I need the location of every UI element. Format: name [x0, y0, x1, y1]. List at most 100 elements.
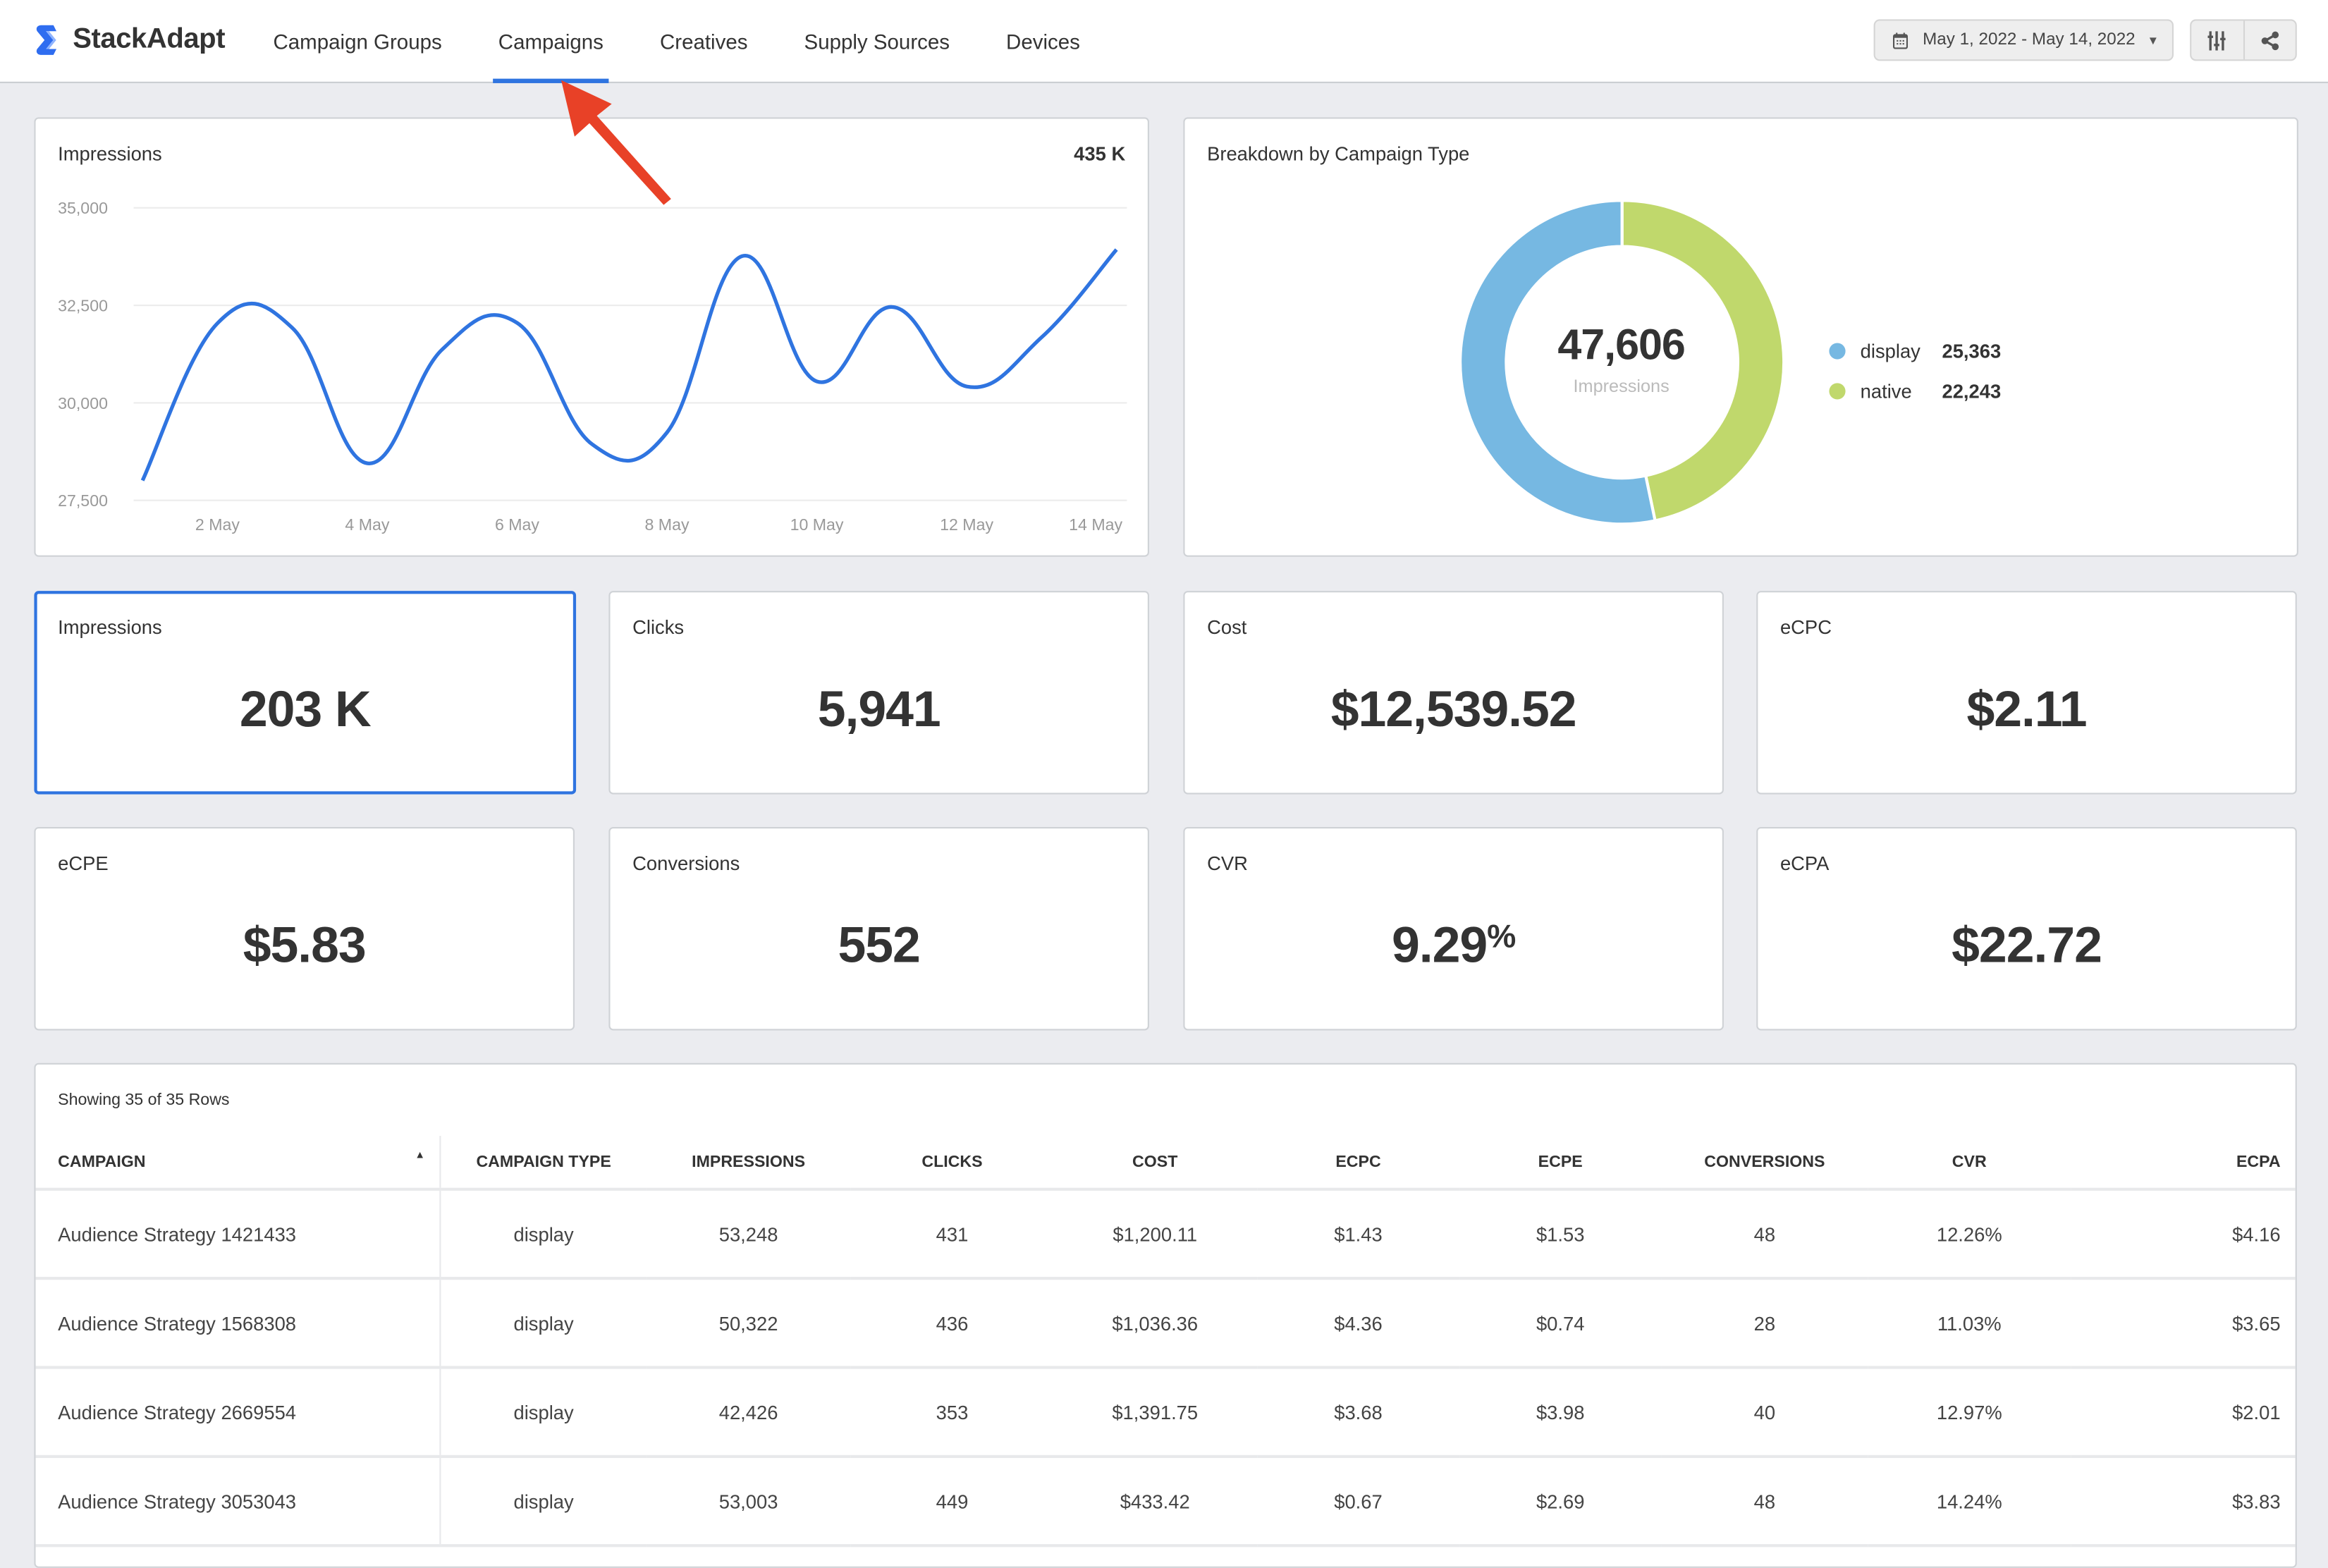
- column-header-campaign-type[interactable]: Campaign Type: [441, 1135, 647, 1191]
- nav-tab-label: Creatives: [659, 29, 748, 53]
- row-count-caption: Showing 35 of 35 Rows: [58, 1091, 230, 1110]
- data-point[interactable]: [661, 427, 673, 439]
- cell-ecpe: $1.53: [1459, 1189, 1662, 1280]
- data-point[interactable]: [1036, 331, 1048, 343]
- data-point[interactable]: [436, 343, 448, 355]
- y-tick-label: 32,500: [58, 297, 108, 315]
- table-row[interactable]: Audience Strategy 1568308 display 50,322 43…: [35, 1278, 2296, 1369]
- kpi-card-cost[interactable]: Cost $12,539.52: [1183, 591, 1724, 795]
- cell-cost: $1,036.36: [1053, 1278, 1257, 1369]
- cell-campaign[interactable]: Audience Strategy 2669554: [35, 1367, 442, 1458]
- column-header-cvr[interactable]: CVR: [1868, 1135, 2071, 1191]
- kpi-label: CVR: [1207, 852, 1248, 875]
- cell-cost: $1,391.75: [1053, 1367, 1257, 1458]
- kpi-value: $5.83: [243, 917, 367, 974]
- legend-value: 25,363: [1942, 340, 2002, 362]
- donut-total-label: Impressions: [1573, 375, 1670, 397]
- nav-tab-creatives[interactable]: Creatives: [632, 0, 776, 82]
- cell-ecpa: $2.01: [2070, 1367, 2296, 1458]
- impressions-series-line[interactable]: [140, 248, 1118, 482]
- nav-tab-label: Campaigns: [498, 29, 604, 53]
- kpi-unit: %: [1487, 917, 1516, 955]
- cell-impressions: 53,248: [646, 1189, 852, 1280]
- column-header-ecpa[interactable]: eCPA: [2070, 1135, 2296, 1191]
- data-point[interactable]: [961, 381, 973, 393]
- kpi-card-clicks[interactable]: Clicks 5,941: [608, 591, 1149, 795]
- cell-campaign[interactable]: Audience Strategy 1421433: [35, 1189, 442, 1280]
- y-tick-label: 30,000: [58, 394, 108, 412]
- data-point[interactable]: [212, 317, 223, 329]
- kpi-card-cvr[interactable]: CVR 9.29%: [1183, 826, 1724, 1031]
- cell-clicks: 431: [851, 1189, 1053, 1280]
- column-header-campaign[interactable]: Campaign ▲: [35, 1135, 442, 1191]
- data-point[interactable]: [286, 322, 298, 334]
- legend-item-native[interactable]: native 22,243: [1829, 371, 2001, 411]
- y-tick-label: 27,500: [58, 491, 108, 510]
- dashboard-page: StackAdapt Campaign Groups Campaigns Cre…: [0, 0, 2328, 1568]
- nav-tab-campaigns[interactable]: Campaigns: [470, 0, 632, 83]
- sort-ascending-icon[interactable]: ▲: [415, 1151, 425, 1161]
- legend-item-display[interactable]: display 25,363: [1829, 331, 2001, 372]
- column-header-label: Conversions: [1704, 1153, 1825, 1171]
- date-range-picker[interactable]: May 1, 2022 - May 14, 2022 ▼: [1873, 19, 2174, 61]
- data-point[interactable]: [362, 458, 374, 470]
- column-header-ecpe[interactable]: eCPE: [1459, 1135, 1662, 1191]
- cell-cost: $433.42: [1053, 1456, 1257, 1548]
- data-point[interactable]: [1110, 244, 1122, 256]
- main-nav: Campaign Groups Campaigns Creatives Supp…: [245, 0, 1108, 83]
- share-icon: [2261, 30, 2279, 50]
- column-header-conversions[interactable]: Conversions: [1661, 1135, 1868, 1191]
- table-row[interactable]: Audience Strategy 2669554 display 42,426 35…: [35, 1367, 2296, 1458]
- column-settings-button[interactable]: [2191, 20, 2243, 59]
- kpi-card-conversions[interactable]: Conversions 552: [608, 826, 1149, 1031]
- nav-tab-campaign-groups[interactable]: Campaign Groups: [245, 0, 470, 82]
- column-header-impressions[interactable]: Impressions: [646, 1135, 852, 1191]
- data-point[interactable]: [511, 317, 523, 329]
- x-tick-label: 4 May: [345, 515, 389, 534]
- kpi-card-ecpe[interactable]: eCPE $5.83: [34, 826, 575, 1031]
- data-point[interactable]: [886, 301, 897, 313]
- nav-tab-label: Campaign Groups: [273, 29, 442, 53]
- cell-ecpe: $2.69: [1459, 1456, 1662, 1548]
- column-header-clicks[interactable]: Clicks: [851, 1135, 1053, 1191]
- kpi-card-ecpc[interactable]: eCPC $2.11: [1756, 591, 2297, 795]
- share-button[interactable]: [2242, 20, 2296, 60]
- x-tick-label: 6 May: [495, 515, 539, 534]
- cell-campaign-type: display: [441, 1367, 647, 1458]
- nav-tab-devices[interactable]: Devices: [978, 0, 1108, 82]
- data-point[interactable]: [586, 439, 598, 451]
- cell-clicks: 449: [851, 1456, 1053, 1548]
- legend-value: 22,243: [1942, 380, 2002, 403]
- kpi-label: Cost: [1207, 615, 1247, 639]
- date-range-text: May 1, 2022 - May 14, 2022: [1923, 31, 2136, 49]
- table-header-row: Campaign ▲ Campaign Type Impressions Clic…: [35, 1135, 2296, 1191]
- column-header-label: Clicks: [921, 1153, 983, 1171]
- cell-cvr: 14.24%: [1868, 1456, 2071, 1548]
- donut-legend: display 25,363 native 22,243: [1829, 331, 2001, 412]
- kpi-card-impressions[interactable]: Impressions 203 K: [34, 591, 577, 795]
- cell-ecpa: $3.65: [2070, 1278, 2296, 1369]
- cell-campaign[interactable]: Audience Strategy 1568308: [35, 1278, 442, 1369]
- cell-ecpc: $3.68: [1256, 1367, 1460, 1458]
- sliders-icon: [2207, 30, 2226, 50]
- kpi-value: 5,941: [817, 681, 941, 738]
- nav-tab-supply-sources[interactable]: Supply Sources: [776, 0, 979, 82]
- table-row[interactable]: Audience Strategy 3053043 display 53,003 44…: [35, 1456, 2296, 1548]
- column-header-cost[interactable]: Cost: [1053, 1135, 1257, 1191]
- data-point[interactable]: [811, 376, 823, 388]
- brand-name: StackAdapt: [73, 23, 226, 55]
- kpi-label: eCPE: [58, 852, 109, 875]
- cell-ecpc: $0.67: [1256, 1456, 1460, 1548]
- data-point[interactable]: [736, 250, 748, 262]
- brand-logo[interactable]: StackAdapt: [34, 23, 226, 56]
- data-point[interactable]: [137, 474, 149, 486]
- cell-impressions: 50,322: [646, 1278, 852, 1369]
- x-tick-label: 10 May: [790, 515, 844, 534]
- kpi-card-ecpa[interactable]: eCPA $22.72: [1756, 826, 2297, 1031]
- cell-conversions: 48: [1661, 1456, 1868, 1548]
- cell-ecpe: $0.74: [1459, 1278, 1662, 1369]
- table-row[interactable]: Audience Strategy 1421433 display 53,248 43…: [35, 1189, 2296, 1280]
- cell-campaign[interactable]: Audience Strategy 3053043: [35, 1456, 442, 1548]
- kpi-label: Clicks: [632, 615, 685, 639]
- column-header-ecpc[interactable]: eCPC: [1256, 1135, 1460, 1191]
